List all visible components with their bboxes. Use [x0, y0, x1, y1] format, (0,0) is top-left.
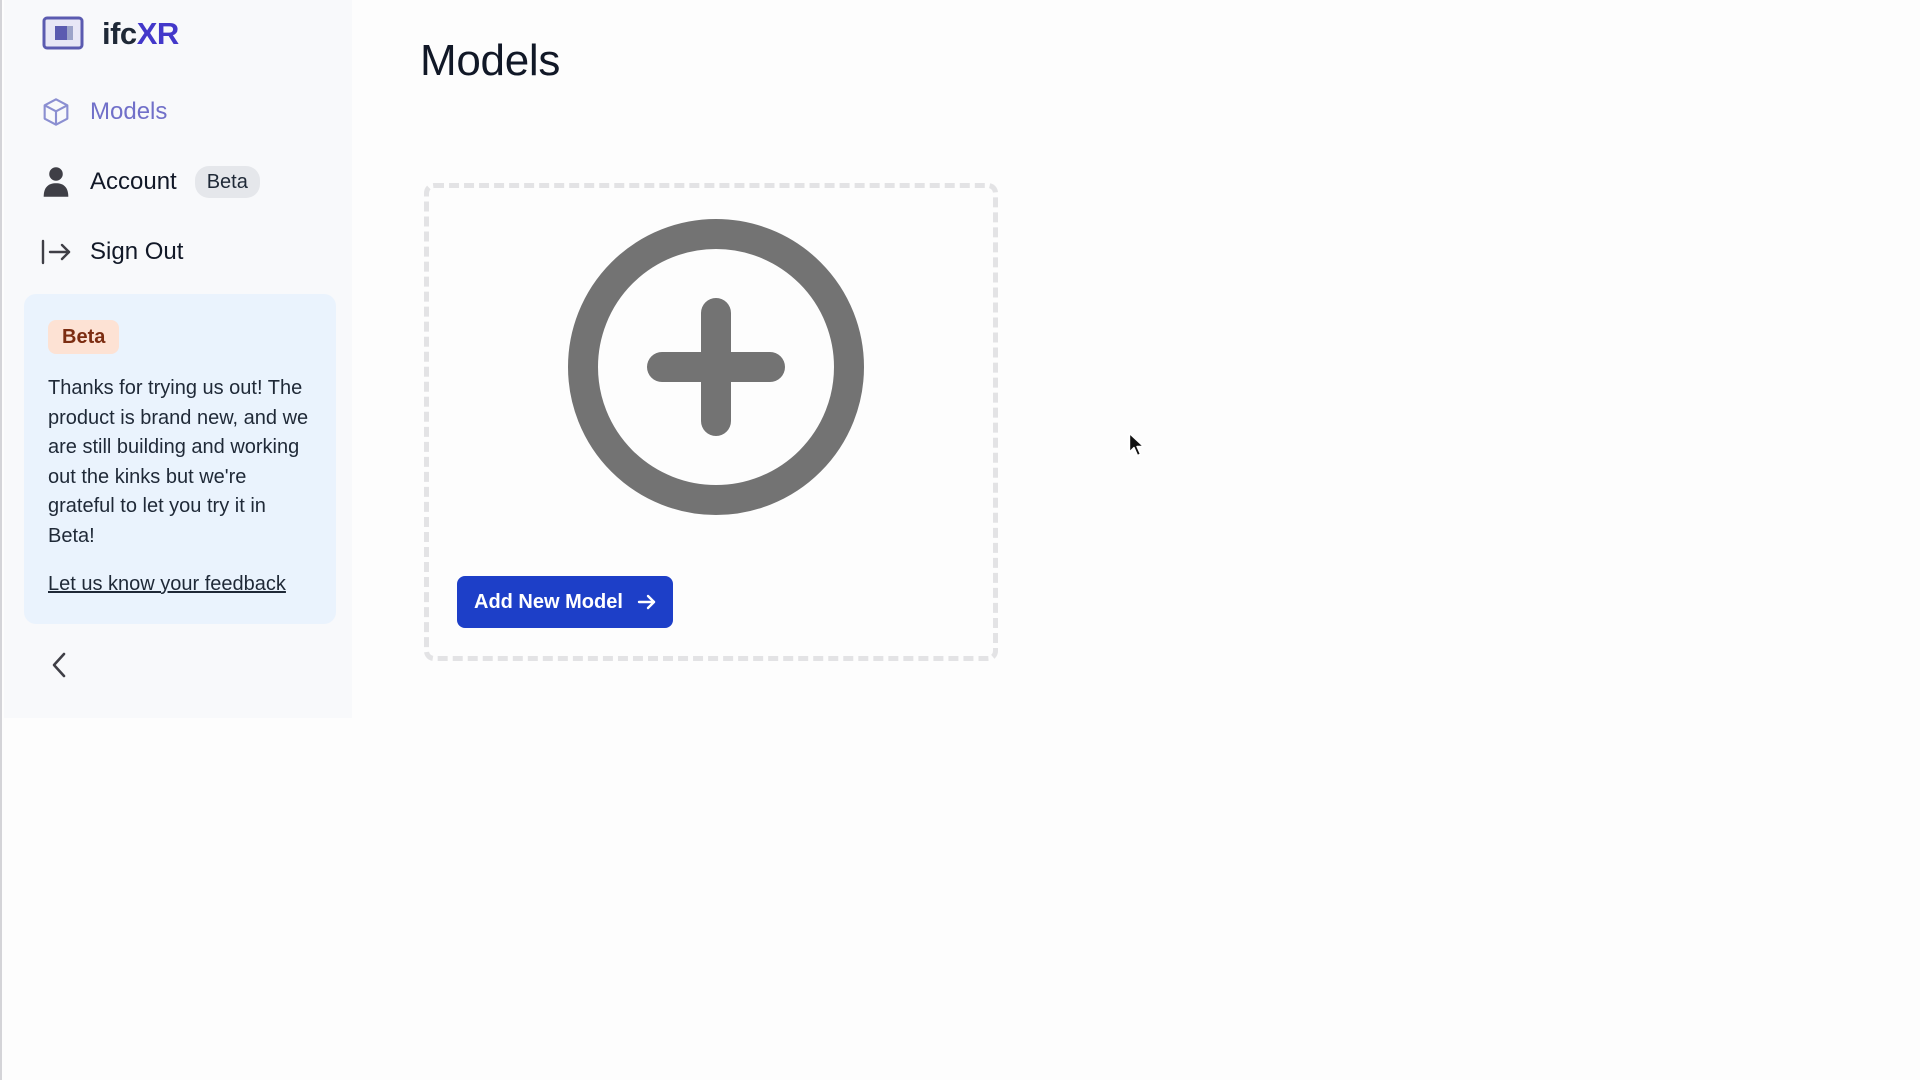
- arrow-right-icon: [637, 594, 656, 610]
- page-title: Models: [420, 36, 561, 85]
- sidebar-item-label: Account: [90, 168, 177, 195]
- window-edge: [0, 0, 2, 1080]
- collapse-sidebar-button[interactable]: [42, 648, 76, 682]
- plus-circle-icon: [568, 219, 864, 515]
- add-model-card[interactable]: Add New Model: [424, 183, 998, 661]
- sidebar-item-sign-out[interactable]: Sign Out: [38, 230, 338, 274]
- sidebar-item-account[interactable]: Account Beta: [38, 160, 338, 204]
- sidebar-item-label: Sign Out: [90, 238, 184, 265]
- user-icon: [38, 164, 74, 200]
- add-new-model-button[interactable]: Add New Model: [457, 576, 673, 628]
- chevron-left-icon: [52, 652, 66, 678]
- sidebar-item-label: Models: [90, 98, 168, 125]
- feedback-link[interactable]: Let us know your feedback: [48, 573, 286, 596]
- beta-message: Thanks for trying us out! The product is…: [48, 377, 309, 547]
- sidebar: ifcXR Models Account Beta Sign Out Beta …: [4, 0, 352, 718]
- add-new-model-label: Add New Model: [474, 590, 623, 613]
- sidebar-nav: Models Account Beta Sign Out: [38, 90, 338, 300]
- sidebar-item-models[interactable]: Models: [38, 90, 338, 134]
- cube-icon: [38, 94, 74, 130]
- brand[interactable]: ifcXR: [42, 12, 179, 56]
- beta-pill: Beta: [48, 320, 120, 354]
- brand-name: ifcXR: [102, 16, 179, 51]
- sign-out-icon: [38, 234, 74, 270]
- app-window: ifcXR Models Account Beta Sign Out Beta …: [0, 0, 1920, 1080]
- ifcxr-logo-icon: [42, 16, 84, 50]
- mouse-cursor-icon: [1128, 432, 1145, 457]
- beta-notice-card: Beta Thanks for trying us out! The produ…: [24, 294, 336, 624]
- beta-badge: Beta: [194, 166, 260, 198]
